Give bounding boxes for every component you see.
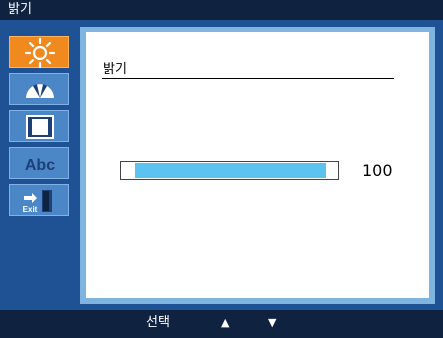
heading-divider	[102, 78, 394, 79]
sidebar-item-image[interactable]	[9, 110, 69, 142]
window-title: 밝기	[8, 2, 32, 17]
down-arrow-icon: ▼	[268, 316, 277, 329]
brightness-value: 100	[362, 161, 393, 180]
sidebar-item-language[interactable]: Abc	[9, 147, 69, 179]
sidebar-item-picture[interactable]	[9, 73, 69, 105]
sidebar: Abc Exit	[0, 20, 75, 310]
title-bar: 밝기	[0, 0, 443, 20]
screen-frame-icon	[26, 115, 54, 139]
abc-text-icon: Abc	[25, 157, 55, 174]
up-arrow-icon: ▲	[221, 316, 230, 329]
sidebar-item-exit[interactable]: Exit	[9, 184, 69, 216]
select-hint: 선택	[146, 315, 170, 330]
abc-text-label: Abc	[25, 157, 55, 174]
exit-door-icon: Exit	[23, 190, 52, 214]
gauge-icon	[26, 84, 54, 98]
exit-text-label: Exit	[23, 205, 38, 214]
section-heading: 밝기	[103, 62, 127, 77]
sun-icon	[24, 37, 56, 69]
sidebar-item-brightness[interactable]	[9, 36, 69, 69]
osd-window: 밝기 Abc Exit 밝기 100 선택 ▲ ▼	[0, 0, 443, 338]
brightness-slider-fill	[135, 163, 326, 178]
